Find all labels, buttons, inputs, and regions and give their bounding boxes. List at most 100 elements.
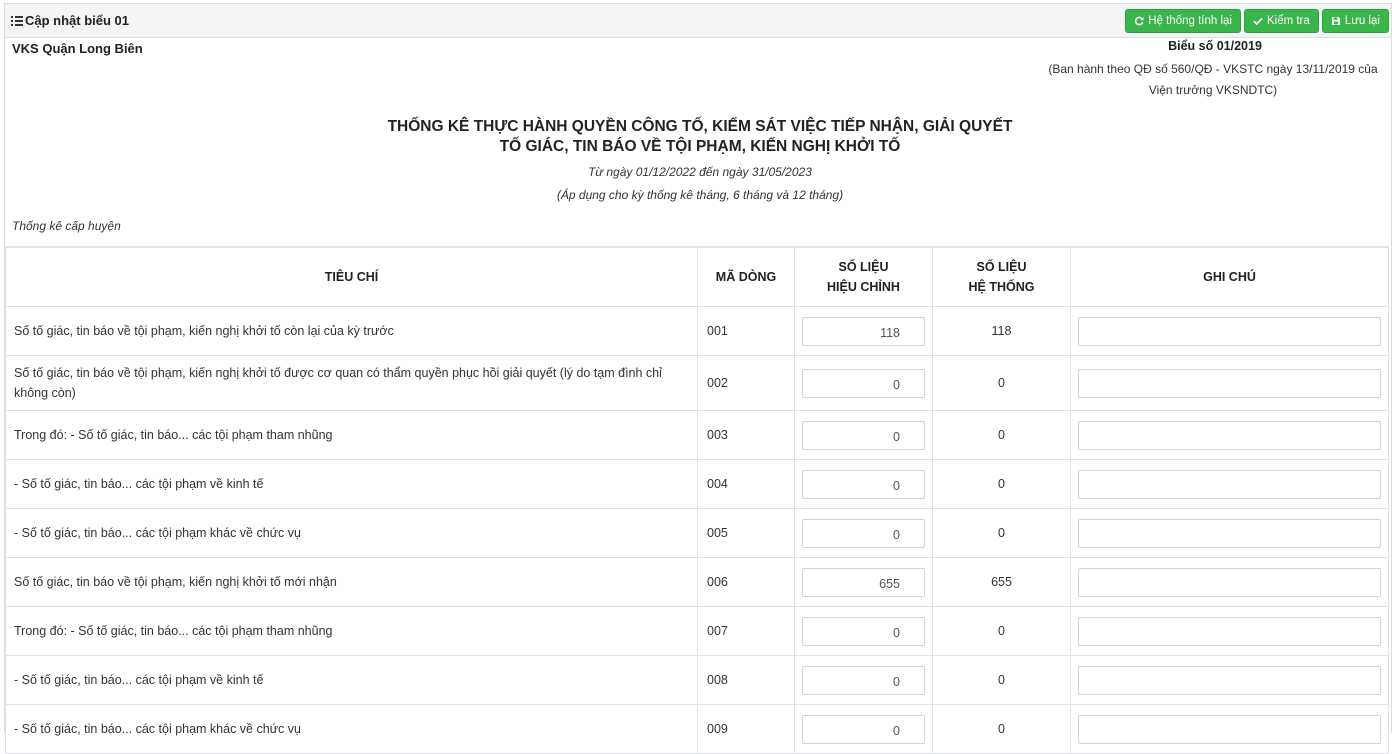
- note-cell: [1070, 704, 1389, 754]
- code-cell: 001: [697, 306, 795, 356]
- table-row: Số tố giác, tin báo về tội phạm, kiến ng…: [5, 306, 1389, 356]
- criteria-cell: - Số tố giác, tin báo... các tội phạm về…: [5, 459, 698, 509]
- issued-by: (Ban hành theo QĐ số 560/QĐ - VKSTC ngày…: [1038, 59, 1388, 101]
- system-value-cell: 118: [932, 306, 1071, 356]
- note-input[interactable]: [1078, 518, 1381, 548]
- adjusted-value-input[interactable]: 0: [802, 616, 925, 646]
- note-input[interactable]: [1078, 567, 1381, 597]
- table-row: - Số tố giác, tin báo... các tội phạm về…: [5, 655, 1389, 705]
- table-row: Trong đó: - Số tố giác, tin báo... các t…: [5, 606, 1389, 656]
- column-header-system-line-1: SỐ LIỆU: [976, 260, 1027, 274]
- toolbar: Hệ thống tính lại Kiểm tra Lưu lại: [1125, 9, 1389, 33]
- report-title-line-2: TỐ GIÁC, TIN BÁO VỀ TỘI PHẠM, KIẾN NGHỊ …: [499, 138, 901, 155]
- system-value-cell: 0: [932, 410, 1071, 460]
- adjusted-cell: 0: [794, 410, 933, 460]
- note-cell: [1070, 557, 1389, 607]
- code-cell: 007: [697, 606, 795, 656]
- code-cell: 006: [697, 557, 795, 607]
- table-row: - Số tố giác, tin báo... các tội phạm kh…: [5, 704, 1389, 754]
- list-icon: [11, 15, 23, 26]
- note-cell: [1070, 606, 1389, 656]
- column-header-system: SỐ LIỆU HỆ THỐNG: [932, 246, 1071, 307]
- panel-title-text: Cập nhật biểu 01: [25, 13, 130, 28]
- report-title: THỐNG KÊ THỰC HÀNH QUYỀN CÔNG TỐ, KIẾM S…: [0, 117, 1392, 157]
- column-header-system-line-2: HỆ THỐNG: [968, 280, 1035, 294]
- system-value-cell: 0: [932, 606, 1071, 656]
- code-cell: 008: [697, 655, 795, 705]
- adjusted-cell: 0: [794, 655, 933, 705]
- adjusted-value-input[interactable]: 0: [802, 518, 925, 548]
- adjusted-cell: 0: [794, 355, 933, 411]
- save-label: Lưu lại: [1344, 15, 1380, 27]
- refresh-icon: [1135, 16, 1144, 26]
- criteria-cell: - Số tố giác, tin báo... các tội phạm kh…: [5, 508, 698, 558]
- column-header-adjusted-line-2: HIỆU CHỈNH: [827, 280, 900, 294]
- adjusted-value-input[interactable]: 0: [802, 469, 925, 499]
- table-row: - Số tố giác, tin báo... các tội phạm về…: [5, 459, 1389, 509]
- table-row: Số tố giác, tin báo về tội phạm, kiến ng…: [5, 355, 1389, 411]
- adjusted-value-input[interactable]: 0: [802, 665, 925, 695]
- adjusted-cell: 0: [794, 704, 933, 754]
- organization-name: VKS Quận Long Biên: [12, 41, 143, 56]
- adjusted-cell: 118: [794, 306, 933, 356]
- table-row: Số tố giác, tin báo về tội phạm, kiến ng…: [5, 557, 1389, 607]
- column-header-note: GHI CHÚ: [1070, 246, 1389, 307]
- note-cell: [1070, 355, 1389, 411]
- criteria-cell: Trong đó: - Số tố giác, tin báo... các t…: [5, 606, 698, 656]
- save-button[interactable]: Lưu lại: [1321, 9, 1389, 33]
- note-input[interactable]: [1078, 420, 1381, 450]
- note-input[interactable]: [1078, 469, 1381, 499]
- note-cell: [1070, 459, 1389, 509]
- column-header-criteria: TIÊU CHÍ: [5, 246, 698, 307]
- recalculate-label: Hệ thống tính lại: [1148, 15, 1232, 27]
- adjusted-value-input[interactable]: 655: [802, 567, 925, 597]
- criteria-cell: Số tố giác, tin báo về tội phạm, kiến ng…: [5, 306, 698, 356]
- table-row: Trong đó: - Số tố giác, tin báo... các t…: [5, 410, 1389, 460]
- column-header-adjusted: SỐ LIỆU HIỆU CHỈNH: [794, 246, 933, 307]
- note-input[interactable]: [1078, 616, 1381, 646]
- report-period: Từ ngày 01/12/2022 đến ngày 31/05/2023: [588, 165, 812, 179]
- note-cell: [1070, 306, 1389, 356]
- adjusted-cell: 0: [794, 459, 933, 509]
- check-button[interactable]: Kiểm tra: [1243, 9, 1319, 33]
- table-row: - Số tố giác, tin báo... các tội phạm kh…: [5, 508, 1389, 558]
- panel-title: Cập nhật biểu 01: [11, 13, 129, 28]
- note-input[interactable]: [1078, 368, 1381, 398]
- code-cell: 009: [697, 704, 795, 754]
- criteria-cell: Số tố giác, tin báo về tội phạm, kiến ng…: [5, 557, 698, 607]
- system-value-cell: 655: [932, 557, 1071, 607]
- system-value-cell: 0: [932, 655, 1071, 705]
- check-icon: [1253, 17, 1263, 26]
- note-cell: [1070, 410, 1389, 460]
- system-value-cell: 0: [932, 459, 1071, 509]
- report-applicability: (Áp dụng cho kỳ thống kê tháng, 6 tháng …: [556, 188, 844, 202]
- code-cell: 003: [697, 410, 795, 460]
- criteria-cell: - Số tố giác, tin báo... các tội phạm về…: [5, 655, 698, 705]
- panel-header: Cập nhật biểu 01 Hệ thống tính lại Kiểm …: [5, 4, 1391, 38]
- statistics-table: TIÊU CHÍ MÃ DÒNG SỐ LIỆU HIỆU CHỈNH SỐ L…: [5, 246, 1389, 754]
- note-input[interactable]: [1078, 665, 1381, 695]
- code-cell: 002: [697, 355, 795, 411]
- criteria-cell: Trong đó: - Số tố giác, tin báo... các t…: [5, 410, 698, 460]
- adjusted-cell: 0: [794, 606, 933, 656]
- system-value-cell: 0: [932, 508, 1071, 558]
- adjusted-value-input[interactable]: 0: [802, 714, 925, 744]
- form-number: Biểu số 01/2019: [1168, 39, 1262, 53]
- system-value-cell: 0: [932, 355, 1071, 411]
- issued-by-line-1: (Ban hành theo QĐ số 560/QĐ - VKSTC ngày…: [1048, 62, 1378, 76]
- code-cell: 004: [697, 459, 795, 509]
- adjusted-cell: 0: [794, 508, 933, 558]
- adjusted-value-input[interactable]: 0: [802, 420, 925, 450]
- recalculate-button[interactable]: Hệ thống tính lại: [1125, 9, 1241, 33]
- note-input[interactable]: [1078, 714, 1381, 744]
- column-header-adjusted-line-1: SỐ LIỆU: [838, 260, 889, 274]
- column-header-code: MÃ DÒNG: [697, 246, 795, 307]
- adjusted-value-input[interactable]: 0: [802, 368, 925, 398]
- note-cell: [1070, 655, 1389, 705]
- note-input[interactable]: [1078, 316, 1381, 346]
- statistics-level: Thống kê cấp huyện: [12, 219, 121, 233]
- adjusted-value-input[interactable]: 118: [802, 316, 925, 346]
- check-label: Kiểm tra: [1266, 15, 1310, 27]
- report-title-line-1: THỐNG KÊ THỰC HÀNH QUYỀN CÔNG TỐ, KIẾM S…: [387, 118, 1013, 135]
- criteria-cell: Số tố giác, tin báo về tội phạm, kiến ng…: [5, 355, 698, 411]
